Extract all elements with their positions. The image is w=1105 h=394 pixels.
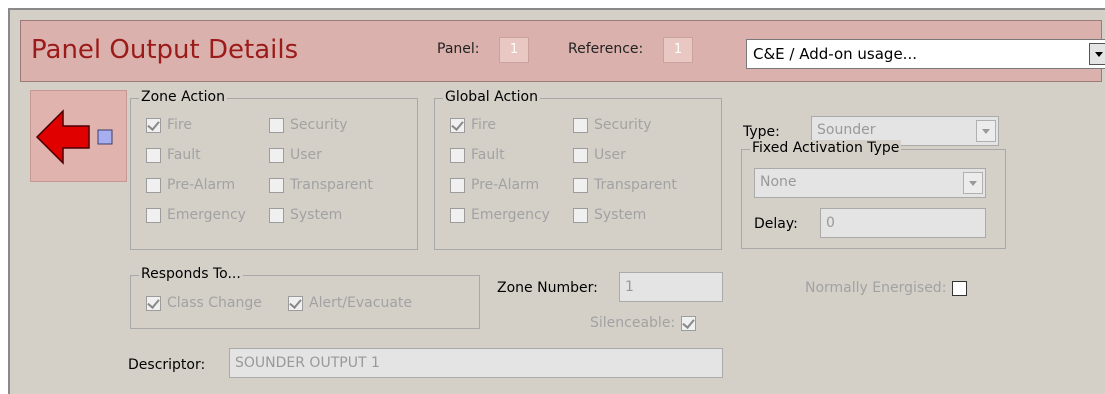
zone-action-group: Zone Action Fire Security Fault User Pre… bbox=[130, 89, 418, 250]
global-user-checkbox[interactable]: User bbox=[573, 147, 626, 165]
zone-fault-checkbox[interactable]: Fault bbox=[146, 147, 201, 165]
alert-evacuate-checkbox[interactable]: Alert/Evacuate bbox=[288, 295, 412, 313]
global-security-checkbox[interactable]: Security bbox=[573, 117, 652, 135]
descriptor-field[interactable]: SOUNDER OUTPUT 1 bbox=[229, 348, 723, 378]
output-icon-panel[interactable] bbox=[30, 90, 127, 182]
zone-security-checkbox[interactable]: Security bbox=[269, 117, 348, 135]
normally-energised-label: Normally Energised: bbox=[805, 280, 947, 296]
silenceable-label: Silenceable: bbox=[590, 315, 676, 331]
global-action-group: Global Action Fire Security Fault User P… bbox=[434, 89, 722, 250]
chevron-down-icon[interactable] bbox=[976, 120, 996, 142]
zone-number-label: Zone Number: bbox=[497, 280, 598, 296]
panel-output-window: Panel Output Details Panel: 1 Reference:… bbox=[8, 8, 1105, 394]
zone-number-value: 1 bbox=[625, 279, 634, 295]
global-action-title: Global Action bbox=[443, 89, 540, 105]
chevron-down-icon[interactable] bbox=[1089, 43, 1105, 65]
global-transparent-checkbox[interactable]: Transparent bbox=[573, 177, 677, 195]
zone-pre-alarm-checkbox[interactable]: Pre-Alarm bbox=[146, 177, 235, 195]
responds-to-group: Responds To... Class Change Alert/Evacua… bbox=[130, 266, 480, 329]
usage-select-value: C&E / Add-on usage... bbox=[753, 45, 917, 63]
panel-field[interactable]: 1 bbox=[499, 37, 529, 63]
activation-type-value: None bbox=[760, 174, 797, 190]
delay-field[interactable]: 0 bbox=[820, 208, 986, 238]
header-bar: Panel Output Details Panel: 1 Reference:… bbox=[20, 20, 1105, 82]
global-pre-alarm-checkbox[interactable]: Pre-Alarm bbox=[450, 177, 539, 195]
global-emergency-checkbox[interactable]: Emergency bbox=[450, 207, 550, 225]
activation-type-select[interactable]: None bbox=[754, 168, 986, 198]
global-system-checkbox[interactable]: System bbox=[573, 207, 646, 225]
reference-label: Reference: bbox=[568, 41, 644, 57]
type-label: Type: bbox=[743, 124, 780, 140]
zone-emergency-checkbox[interactable]: Emergency bbox=[146, 207, 246, 225]
fixed-activation-group: Fixed Activation Type None Delay: 0 bbox=[741, 140, 1006, 249]
zone-fire-checkbox[interactable]: Fire bbox=[146, 117, 192, 135]
silenceable-checkbox[interactable]: Silenceable: bbox=[590, 315, 697, 333]
descriptor-value: SOUNDER OUTPUT 1 bbox=[235, 355, 380, 371]
reference-field[interactable]: 1 bbox=[663, 37, 693, 63]
responds-to-title: Responds To... bbox=[139, 266, 243, 282]
global-fire-checkbox[interactable]: Fire bbox=[450, 117, 496, 135]
page-title: Panel Output Details bbox=[31, 35, 299, 65]
panel-label: Panel: bbox=[437, 41, 480, 57]
delay-label: Delay: bbox=[754, 216, 798, 232]
delay-value: 0 bbox=[826, 215, 835, 231]
zone-number-field[interactable]: 1 bbox=[619, 272, 723, 302]
zone-action-title: Zone Action bbox=[139, 89, 227, 105]
class-change-checkbox[interactable]: Class Change bbox=[146, 295, 262, 313]
chevron-down-icon[interactable] bbox=[963, 172, 983, 194]
global-fault-checkbox[interactable]: Fault bbox=[450, 147, 505, 165]
descriptor-label: Descriptor: bbox=[128, 357, 206, 373]
fixed-activation-title: Fixed Activation Type bbox=[750, 140, 902, 156]
zone-system-checkbox[interactable]: System bbox=[269, 207, 342, 225]
zone-transparent-checkbox[interactable]: Transparent bbox=[269, 177, 373, 195]
output-square-icon bbox=[97, 129, 113, 145]
red-arrow-icon bbox=[35, 109, 113, 165]
usage-select[interactable]: C&E / Add-on usage... bbox=[746, 39, 1105, 69]
type-select-value: Sounder bbox=[817, 122, 876, 138]
normally-energised-checkbox[interactable]: Normally Energised: bbox=[805, 280, 968, 298]
zone-user-checkbox[interactable]: User bbox=[269, 147, 322, 165]
